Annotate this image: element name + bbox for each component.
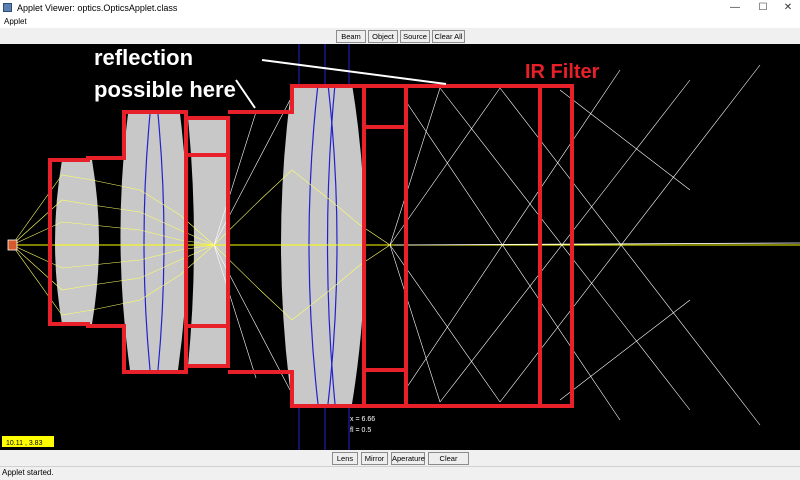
optics-canvas[interactable]: reflection possible here IR Filter x = 6… (0, 44, 800, 450)
lens-element-4[interactable] (281, 84, 365, 404)
annotation-reflection-line2: possible here (94, 77, 236, 102)
ray (439, 79, 691, 403)
readout-x: x = 6.66 (350, 416, 375, 423)
close-button[interactable]: ✕ (775, 0, 800, 16)
source-button[interactable]: Source (400, 30, 430, 43)
lens-button[interactable]: Lens (332, 452, 358, 465)
status-text: Applet started. (2, 468, 54, 477)
annotation-ir-filter: IR Filter (525, 61, 600, 83)
maximize-button[interactable]: ☐ (750, 0, 776, 16)
clear-all-button[interactable]: Clear All (432, 30, 465, 43)
ray (389, 244, 441, 403)
annotation-reflection-line1: reflection (94, 45, 193, 70)
lens-element-2[interactable] (120, 114, 188, 370)
window-titlebar: Applet Viewer: optics.OpticsApplet.class… (0, 0, 800, 16)
readout-fl: fl = 0.5 (350, 427, 371, 434)
aperture-button[interactable]: Aperature (391, 452, 425, 465)
menu-bar: Applet (0, 16, 800, 28)
ray (404, 99, 621, 421)
pointer-line (235, 79, 256, 109)
red-outline-ir-filter (538, 84, 574, 408)
coords-readout: 10.11 , 3.83 (6, 440, 43, 447)
red-outline-group-4 (362, 84, 408, 408)
bottom-toolbar: Lens Mirror Aperature Clear Active (0, 450, 800, 474)
object-button[interactable]: Object (368, 30, 398, 43)
window-title: Applet Viewer: optics.OpticsApplet.class (17, 3, 178, 13)
top-toolbar: Beam Object Source Clear All (0, 28, 800, 44)
pointer-line (261, 59, 447, 85)
beam-button[interactable]: Beam (336, 30, 366, 43)
menu-applet[interactable]: Applet (4, 17, 27, 26)
status-bar: Applet started. (0, 466, 800, 480)
clear-active-button[interactable]: Clear Active (428, 452, 469, 474)
ray (439, 87, 691, 411)
ray (389, 87, 441, 246)
java-app-icon (3, 3, 12, 12)
lens-element-1[interactable] (55, 160, 99, 324)
ray (404, 69, 621, 391)
point-source[interactable] (7, 239, 18, 251)
minimize-button[interactable]: — (722, 0, 748, 16)
mirror-button[interactable]: Mirror (361, 452, 388, 465)
optics-drawing: reflection possible here IR Filter x = 6… (2, 44, 800, 450)
